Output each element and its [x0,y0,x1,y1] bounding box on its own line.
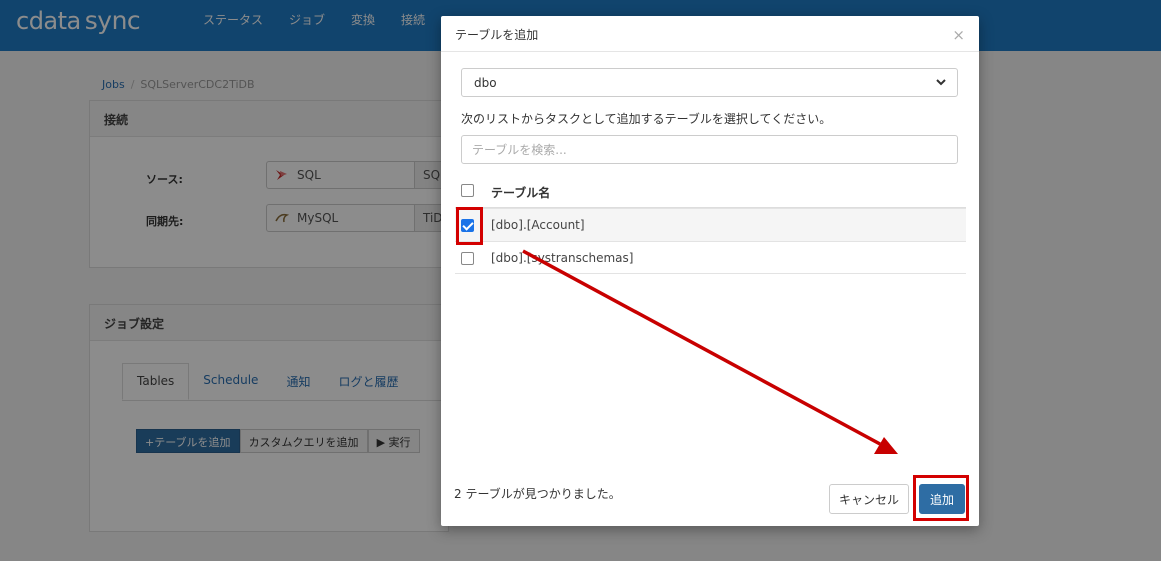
row-checkbox-account[interactable] [461,219,474,232]
table-row[interactable]: [dbo].[Account] [455,208,966,241]
schema-select[interactable]: dbo [461,68,958,97]
select-all-checkbox[interactable] [461,184,474,197]
table-list: テーブル名 [dbo].[Account] [dbo].[systransche… [455,174,966,274]
schema-select-value: dbo [474,76,497,90]
cancel-button[interactable]: キャンセル [829,484,909,514]
chevron-down-icon [936,79,946,86]
row-checkbox-systranschemas[interactable] [461,252,474,265]
modal-title: テーブルを追加 [441,16,979,52]
add-button[interactable]: 追加 [919,484,965,514]
table-name-header: テーブル名 [491,186,551,200]
add-table-modal: テーブルを追加 × dbo 次のリストからタスクとして追加するテーブルを選択して… [441,16,979,526]
modal-instruction: 次のリストからタスクとして追加するテーブルを選択してください。 [461,112,832,126]
close-icon[interactable]: × [952,26,965,44]
table-search-input[interactable] [461,135,958,164]
table-name-account: [dbo].[Account] [491,218,585,232]
table-header-row: テーブル名 [455,174,966,208]
table-row[interactable]: [dbo].[systranschemas] [455,241,966,274]
table-name-systranschemas: [dbo].[systranschemas] [491,251,634,265]
found-count-text: 2 テーブルが見つかりました。 [454,487,621,501]
